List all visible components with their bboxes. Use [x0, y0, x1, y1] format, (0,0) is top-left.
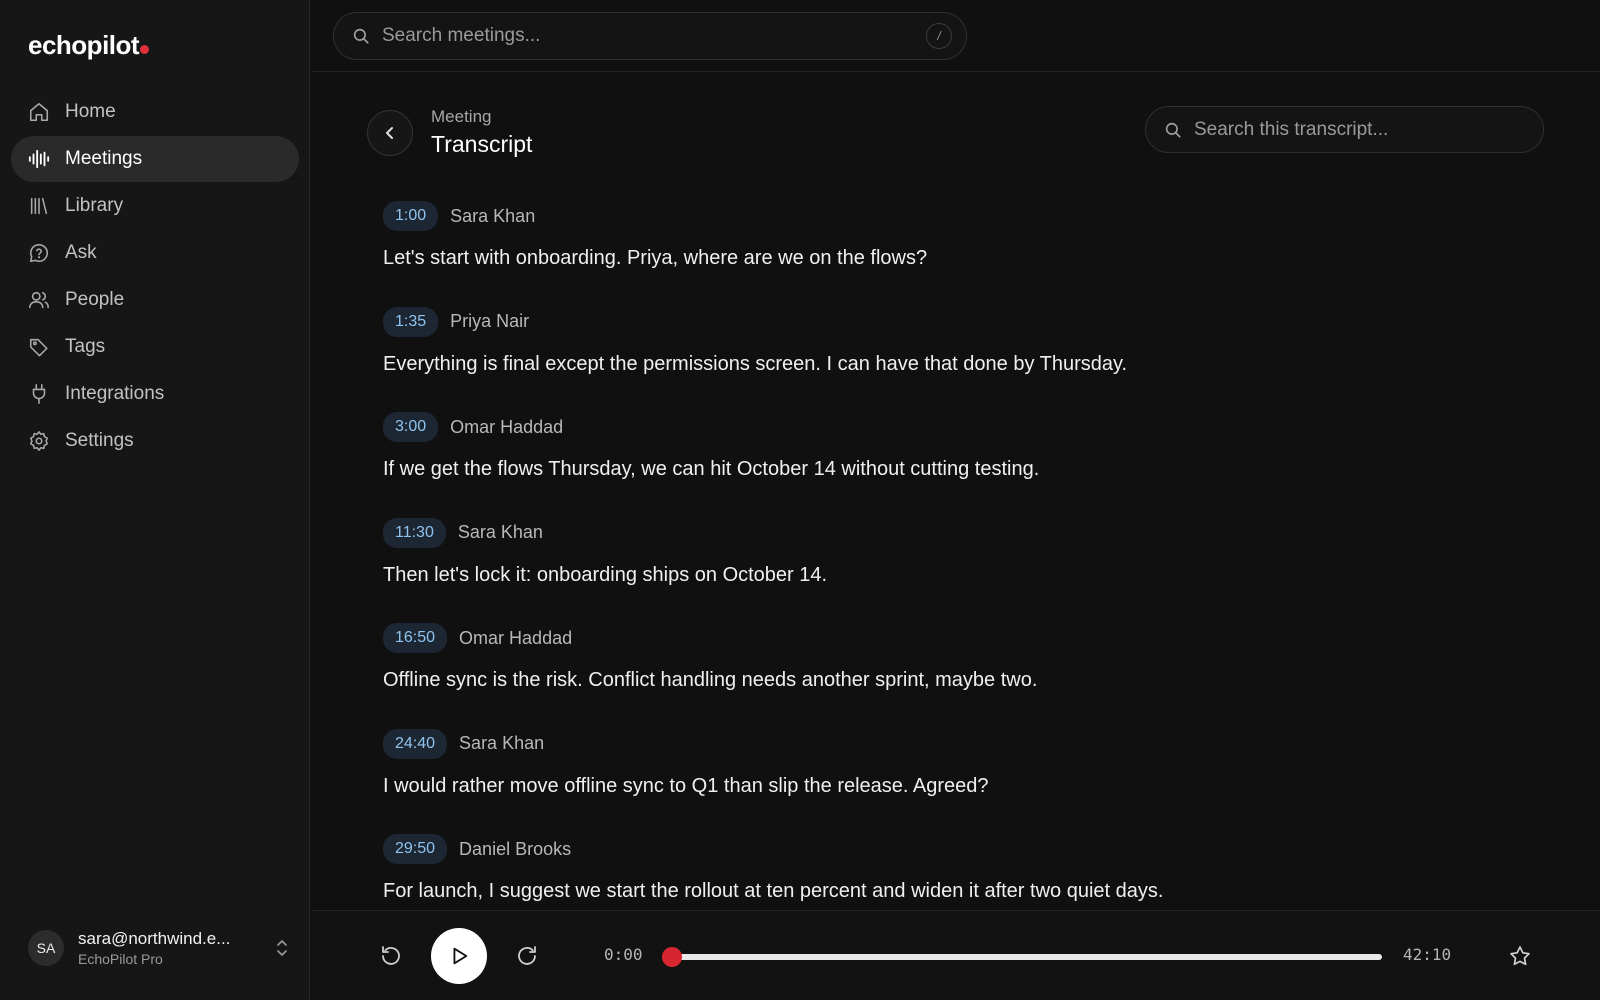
search-icon — [352, 27, 370, 45]
gear-icon — [28, 430, 50, 452]
sidebar-item-label: Meetings — [65, 148, 143, 169]
transcript-entry: 1:00 Sara Khan Let's start with onboardi… — [383, 200, 1543, 306]
brand-dot — [140, 45, 150, 54]
total-time: 42:10 — [1403, 945, 1452, 964]
sidebar-item-library[interactable]: Library — [11, 183, 299, 229]
account-info: sara@northwind.e... EchoPilot Pro — [78, 929, 274, 967]
utterance-text: Let's start with onboarding. Priya, wher… — [383, 247, 928, 269]
sidebar-item-label: Settings — [65, 430, 134, 451]
utterance-text: If we get the flows Thursday, we can hit… — [383, 458, 1040, 480]
brand-logo[interactable]: echopilot — [28, 30, 150, 61]
sidebar-item-label: Library — [65, 195, 124, 216]
sidebar-item-label: Home — [65, 101, 116, 122]
sidebar-item-label: People — [65, 289, 125, 310]
sidebar-item-settings[interactable]: Settings — [11, 418, 299, 464]
waveform-icon — [28, 148, 50, 170]
utterance-text: Then let's lock it: onboarding ships on … — [383, 563, 828, 586]
transcript-entry: 1:35 Priya Nair Everything is final exce… — [383, 306, 1543, 412]
sidebar-item-ask[interactable]: Ask — [11, 230, 299, 276]
timestamp-chip[interactable]: 3:00 — [383, 412, 439, 442]
timestamp-chip[interactable]: 29:50 — [383, 834, 448, 864]
transcript-search[interactable] — [1145, 106, 1544, 153]
sidebar-item-meetings[interactable]: Meetings — [11, 136, 299, 182]
shortcut-hint: / — [926, 23, 952, 49]
utterance-text: Offline sync is the risk. Conflict handl… — [383, 669, 1038, 691]
star-icon[interactable] — [1508, 944, 1532, 968]
audio-player: 0:00 42:10 — [311, 910, 1600, 1000]
sidebar-item-tags[interactable]: Tags — [11, 324, 299, 370]
current-time: 0:00 — [604, 945, 643, 964]
chevron-left-icon — [386, 127, 393, 139]
speaker-name: Sara Khan — [457, 522, 543, 542]
rewind-icon[interactable] — [379, 944, 403, 968]
speaker-name: Omar Haddad — [450, 416, 564, 437]
question-bubble-icon — [28, 242, 50, 264]
search-icon — [1164, 121, 1182, 139]
back-button[interactable] — [367, 110, 413, 156]
timestamp-chip[interactable]: 24:40 — [383, 728, 448, 759]
speaker-name: Priya Nair — [450, 311, 530, 331]
breadcrumb[interactable]: Meeting — [431, 107, 491, 127]
timestamp-chip[interactable]: 1:35 — [383, 306, 439, 337]
account-email: sara@northwind.e... — [78, 929, 231, 948]
speaker-name: Omar Haddad — [459, 627, 573, 648]
plug-icon — [28, 383, 50, 405]
sidebar-item-home[interactable]: Home — [11, 89, 299, 135]
sidebar-item-label: Integrations — [65, 383, 165, 404]
transcript-entry: 24:40 Sara Khan I would rather move offl… — [383, 728, 1543, 834]
sidebar: echopilot Home Meetings Library Ask Peop… — [0, 0, 310, 1000]
search-input[interactable] — [382, 25, 926, 47]
forward-icon[interactable] — [515, 944, 539, 968]
account-plan: EchoPilot Pro — [78, 951, 163, 967]
top-bar: / — [311, 0, 1600, 72]
progress-thumb[interactable] — [662, 947, 682, 967]
library-icon — [28, 195, 50, 217]
transcript-list: 1:00 Sara Khan Let's start with onboardi… — [383, 200, 1543, 908]
speaker-name: Sara Khan — [459, 733, 545, 753]
transcript-entry: 29:50 Daniel Brooks For launch, I sugges… — [383, 833, 1543, 908]
transcript-entry: 3:00 Omar Haddad If we get the flows Thu… — [383, 411, 1543, 517]
progress-track[interactable] — [662, 947, 1382, 967]
speaker-name: Daniel Brooks — [459, 838, 572, 859]
home-icon — [28, 101, 50, 123]
sidebar-item-label: Tags — [65, 336, 106, 357]
play-button[interactable] — [431, 928, 487, 984]
timestamp-chip[interactable]: 1:00 — [383, 201, 439, 231]
utterance-text: Everything is final except the permissio… — [383, 352, 1128, 375]
play-icon — [453, 947, 468, 965]
account-switcher[interactable]: SA sara@northwind.e... EchoPilot Pro — [28, 926, 290, 970]
sidebar-item-label: Ask — [65, 242, 97, 263]
sidebar-nav: Home Meetings Library Ask People Tags In… — [11, 89, 299, 465]
sidebar-item-integrations[interactable]: Integrations — [11, 371, 299, 417]
chevron-up-down-icon — [274, 938, 290, 958]
timestamp-chip[interactable]: 11:30 — [383, 517, 446, 548]
page-title: Transcript — [431, 131, 533, 157]
people-icon — [28, 289, 50, 311]
transcript-entry: 11:30 Sara Khan Then let's lock it: onbo… — [383, 517, 1543, 623]
global-search[interactable]: / — [333, 12, 967, 60]
timestamp-chip[interactable]: 16:50 — [383, 623, 448, 653]
avatar: SA — [28, 930, 64, 966]
sidebar-item-people[interactable]: People — [11, 277, 299, 323]
tag-icon — [28, 336, 50, 358]
transcript-entry: 16:50 Omar Haddad Offline sync is the ri… — [383, 622, 1543, 728]
transcript-search-input[interactable] — [1194, 118, 1543, 141]
utterance-text: For launch, I suggest we start the rollo… — [383, 880, 1164, 902]
speaker-name: Sara Khan — [450, 205, 536, 226]
utterance-text: I would rather move offline sync to Q1 t… — [383, 774, 989, 797]
brand-name: echopilot — [28, 30, 140, 60]
